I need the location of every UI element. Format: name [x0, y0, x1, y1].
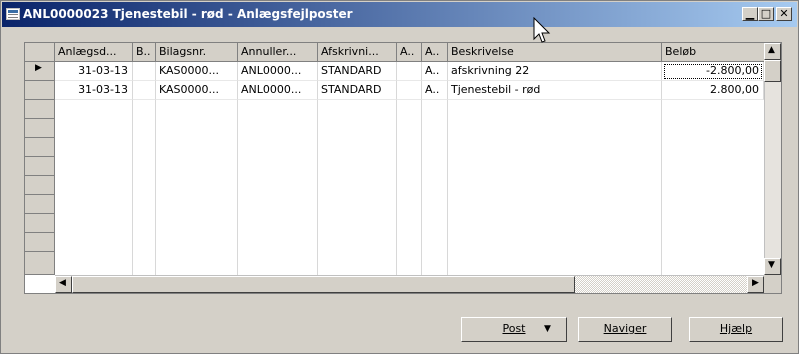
column-header-cancel[interactable]: Annuller...	[238, 43, 318, 62]
scroll-right-button[interactable]: ▶	[747, 276, 764, 293]
minimize-button[interactable]: ▁	[742, 7, 758, 21]
scroll-left-button[interactable]: ◀	[55, 276, 72, 293]
column-header-b[interactable]: B..	[133, 43, 156, 62]
row-selector[interactable]	[25, 100, 55, 119]
row-selector[interactable]	[25, 138, 55, 157]
table-cell[interactable]: A..	[422, 81, 448, 100]
table-cell[interactable]: STANDARD	[318, 81, 397, 100]
close-button[interactable]: ✕	[776, 7, 792, 21]
table-cell[interactable]: KAS0000...	[156, 62, 238, 81]
post-button-label: Post	[502, 322, 526, 335]
help-button[interactable]: Hjælp	[689, 317, 783, 342]
row-selector[interactable]	[25, 81, 55, 100]
entries-grid[interactable]: Anlægsd... B.. Bilagsnr. Annuller... Afs…	[24, 42, 782, 294]
table-cell[interactable]: afskrivning 22	[448, 62, 662, 81]
maximize-button[interactable]: □	[758, 7, 774, 21]
column-header-posting-date[interactable]: Anlægsd...	[55, 43, 133, 62]
navigate-button-label: Naviger	[603, 322, 647, 335]
column-header-depreciation[interactable]: Afskrivni...	[318, 43, 397, 62]
help-button-label: Hjælp	[719, 322, 753, 335]
row-selector[interactable]	[25, 214, 55, 233]
header-corner	[25, 43, 55, 62]
title-bar[interactable]: ANL0000023 Tjenestebil - rød - Anlægsfej…	[2, 2, 797, 27]
current-row-arrow-icon: ▶	[35, 63, 42, 73]
column-header-description[interactable]: Beskrivelse	[448, 43, 662, 62]
horizontal-scroll-thumb[interactable]	[72, 276, 575, 293]
vertical-scrollbar[interactable]: ▲ ▼	[764, 43, 781, 275]
table-cell[interactable]	[397, 81, 422, 100]
table-cell[interactable]: ANL0000...	[238, 62, 318, 81]
row-selector[interactable]	[25, 119, 55, 138]
arrow-right-icon: ▶	[752, 278, 759, 288]
arrow-down-icon: ▼	[768, 260, 775, 270]
scroll-down-button[interactable]: ▼	[764, 258, 781, 275]
window-title: ANL0000023 Tjenestebil - rød - Anlægsfej…	[23, 7, 353, 21]
row-selector[interactable]: ▶	[25, 62, 55, 81]
navigate-button[interactable]: Naviger	[578, 317, 672, 342]
table-cell[interactable]: 31-03-13	[55, 81, 133, 100]
window: ANL0000023 Tjenestebil - rød - Anlægsfej…	[0, 0, 799, 354]
column-header-document-no[interactable]: Bilagsnr.	[156, 43, 238, 62]
scrollbar-corner	[764, 275, 781, 293]
column-header-a2[interactable]: A..	[422, 43, 448, 62]
table-cell[interactable]: 31-03-13	[55, 62, 133, 81]
row-selector[interactable]	[25, 157, 55, 176]
post-button[interactable]: Post ▼	[461, 317, 567, 342]
dropdown-arrow-icon: ▼	[544, 324, 551, 334]
arrow-up-icon: ▲	[768, 45, 775, 55]
table-cell[interactable]: Tjenestebil - rød	[448, 81, 662, 100]
table-cell[interactable]	[133, 62, 156, 81]
table-cell[interactable]	[133, 81, 156, 100]
table-cell[interactable]: KAS0000...	[156, 81, 238, 100]
row-selector[interactable]	[25, 195, 55, 214]
scroll-up-button[interactable]: ▲	[764, 43, 781, 60]
horizontal-scrollbar[interactable]: ◀ ▶	[55, 275, 764, 293]
row-selector[interactable]	[25, 233, 55, 252]
table-cell[interactable]: ANL0000...	[238, 81, 318, 100]
mouse-pointer-icon	[533, 17, 551, 43]
table-cell[interactable]: A..	[422, 62, 448, 81]
column-header-a1[interactable]: A..	[397, 43, 422, 62]
row-selector[interactable]	[25, 176, 55, 195]
table-icon	[6, 8, 20, 20]
table-cell[interactable]	[397, 62, 422, 81]
table-cell[interactable]: 2.800,00	[662, 81, 764, 100]
column-header-amount[interactable]: Beløb	[662, 43, 766, 62]
vertical-scroll-thumb[interactable]	[764, 60, 781, 82]
row-selector[interactable]	[25, 252, 55, 275]
amount-cell-selected[interactable]: -2.800,00	[662, 62, 764, 81]
empty-rows-area	[55, 100, 764, 275]
arrow-left-icon: ◀	[59, 278, 66, 288]
table-cell[interactable]: STANDARD	[318, 62, 397, 81]
